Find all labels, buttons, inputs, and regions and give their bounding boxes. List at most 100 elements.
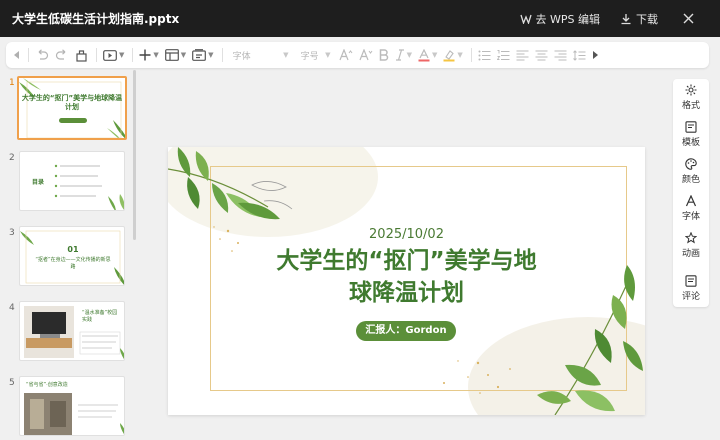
side-comment-label: 评论 [681, 292, 700, 302]
font-decrease-icon [359, 49, 372, 61]
slide-thumbnail-3[interactable]: 01 “抠者”在身边——文化传播的新思路 [19, 226, 125, 286]
undo-button[interactable] [35, 45, 49, 65]
slide-thumbnail-5[interactable]: “省与省”·创意改造 [19, 376, 125, 436]
bold-button[interactable] [379, 45, 389, 65]
font-increase-icon [339, 49, 352, 61]
wps-logo-icon [519, 14, 532, 24]
thumb-reporter-pill [59, 118, 87, 123]
number-list-icon [496, 49, 510, 60]
line-spacing-button[interactable] [572, 45, 586, 65]
chevron-down-icon: ▼ [431, 51, 438, 59]
increase-font-button[interactable] [339, 45, 353, 65]
download-icon [621, 13, 631, 24]
chevron-down-icon: ▼ [283, 51, 289, 59]
align-right-button[interactable] [554, 45, 567, 65]
document-title: 大学生低碳生活计划指南.pptx [12, 12, 180, 26]
thumb-title: 目录 [32, 179, 45, 186]
expand-toolbar-button[interactable] [592, 45, 598, 65]
thumb-number: 2 [9, 153, 15, 163]
side-font-label: 字体 [681, 212, 700, 222]
text-box-button[interactable]: ▼ [192, 45, 214, 65]
align-center-icon [535, 49, 548, 61]
main-slide[interactable]: 2025/10/02 大学生的“抠门”美学与地 球降温计划 汇报人：Gordon [168, 147, 645, 415]
side-animation-label: 动画 [681, 249, 700, 259]
bold-icon [379, 49, 388, 61]
redo-button[interactable] [55, 45, 69, 65]
side-color-label: 颜色 [681, 175, 700, 185]
layout-icon [164, 49, 179, 61]
italic-icon [395, 49, 404, 61]
plus-icon [139, 49, 151, 61]
highlight-icon [443, 49, 455, 61]
slide-thumbnail-2[interactable]: 目录 [19, 151, 125, 211]
side-color-button[interactable]: 颜色 [673, 158, 709, 185]
font-size-select[interactable]: 字号 ▼ [299, 46, 333, 64]
side-template-label: 模板 [681, 138, 700, 148]
align-left-button[interactable] [516, 45, 529, 65]
text-box-icon [192, 49, 207, 61]
chevron-down-icon: ▼ [208, 51, 214, 59]
side-template-button[interactable]: 模板 [673, 121, 709, 148]
slide-title-line-1: 大学生的“抠门”美学与地 [276, 248, 537, 274]
open-in-wps-button[interactable]: 去 WPS 编辑 [519, 11, 601, 27]
toolbar-divider [221, 48, 223, 62]
toolbar-divider [470, 48, 472, 62]
slide-title-line-2: 球降温计划 [349, 280, 464, 306]
toolbar: ▼ ▼ ▼ ▼ 字体 ▼ 字号 ▼ ▼ ▼ ▼ [6, 42, 709, 68]
side-font-button[interactable]: 字体 [673, 195, 709, 222]
align-right-icon [554, 49, 567, 61]
download-label: 下载 [636, 12, 658, 26]
bullet-list-icon [478, 50, 491, 60]
font-color-icon [418, 48, 430, 61]
slide-date: 2025/10/02 [369, 227, 444, 242]
template-icon [685, 121, 697, 133]
side-comment-button[interactable]: 评论 [673, 275, 709, 302]
title-bar: 大学生低碳生活计划指南.pptx 去 WPS 编辑 下载 [0, 0, 720, 37]
close-button[interactable] [678, 9, 698, 29]
chevron-down-icon: ▼ [406, 51, 412, 59]
font-icon [685, 195, 697, 207]
close-icon [683, 13, 693, 24]
triangle-left-icon [14, 51, 19, 59]
chevron-down-icon: ▼ [119, 51, 125, 59]
highlight-button[interactable]: ▼ [443, 45, 463, 65]
font-family-value: 字体 [232, 51, 251, 62]
chevron-down-icon: ▼ [325, 51, 331, 59]
design-side-panel: 格式 模板 颜色 字体 动画 评论 [673, 79, 709, 307]
thumb-number: 4 [9, 303, 15, 313]
side-animation-button[interactable]: 动画 [673, 232, 709, 259]
undo-icon [38, 49, 49, 60]
align-left-icon [516, 49, 529, 61]
slide-thumbnail-1[interactable]: 大学生的“抠门”美学与地球降温计划 [17, 76, 127, 140]
slideshow-icon [103, 49, 117, 61]
decrease-font-button[interactable] [359, 45, 373, 65]
align-center-button[interactable] [535, 45, 548, 65]
font-family-select[interactable]: 字体 ▼ [229, 46, 293, 64]
collapse-left-button[interactable] [14, 45, 20, 65]
italic-button[interactable]: ▼ [395, 45, 412, 65]
thumb-number: 1 [9, 78, 15, 88]
animation-icon [685, 232, 697, 244]
thumb-number: 5 [9, 378, 15, 388]
thumb-number: 3 [9, 228, 15, 238]
numbered-list-button[interactable] [496, 45, 510, 65]
layout-button[interactable]: ▼ [164, 45, 186, 65]
side-format-button[interactable]: 格式 [673, 84, 709, 111]
font-size-value: 字号 [300, 51, 319, 62]
play-slideshow-button[interactable]: ▼ [103, 45, 124, 65]
format-icon [685, 84, 697, 96]
insert-button[interactable]: ▼ [139, 45, 159, 65]
open-in-wps-label: 去 WPS 编辑 [535, 12, 601, 26]
format-painter-button[interactable] [75, 45, 88, 65]
format-painter-icon [76, 49, 87, 62]
redo-icon [55, 49, 66, 60]
palette-icon [685, 158, 697, 170]
font-color-button[interactable]: ▼ [418, 45, 437, 65]
toolbar-divider [132, 48, 134, 62]
download-button[interactable]: 下载 [620, 11, 658, 27]
thumb-title: 大学生的“抠门”美学与地球降温计划 [21, 94, 123, 111]
thumbnails-scrollbar[interactable] [133, 70, 136, 240]
slide-thumbnail-4[interactable]: “温水准备”校园实践 [19, 301, 125, 361]
thumb-title: “抠者”在身边——文化传播的新思路 [35, 257, 111, 270]
bulleted-list-button[interactable] [478, 45, 491, 65]
